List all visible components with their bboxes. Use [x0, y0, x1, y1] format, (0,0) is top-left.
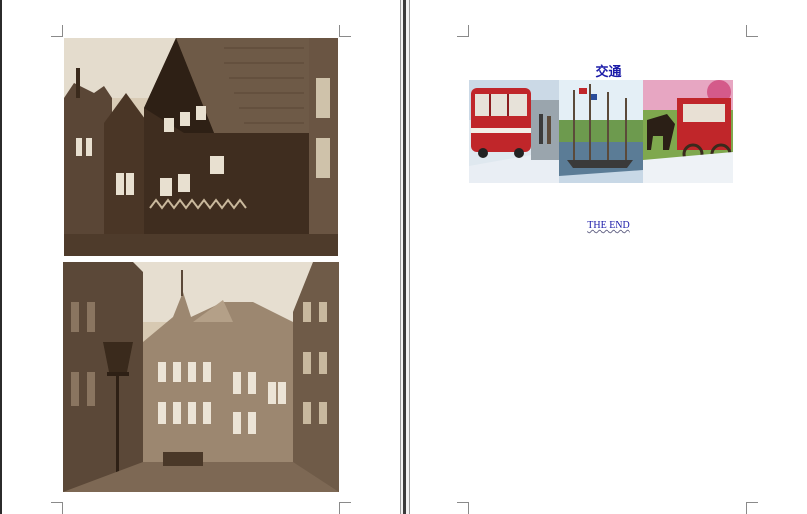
crop-mark-bottom-right [746, 502, 758, 514]
page-divider [403, 0, 406, 514]
crop-mark-bottom-right [339, 502, 351, 514]
crop-mark-bottom-left [457, 502, 469, 514]
crop-mark-top-left [51, 25, 63, 37]
harbor-sailboats-panel [559, 80, 643, 183]
old-street-with-lamp-photo [63, 262, 339, 492]
red-bus-panel [469, 80, 559, 183]
left-page [2, 0, 400, 514]
right-page: 交通 THE END [410, 0, 807, 514]
transport-banner [469, 80, 733, 183]
section-heading: 交通 [595, 65, 622, 80]
crop-mark-top-left [457, 25, 469, 37]
the-end-label: THE END [587, 220, 630, 231]
crop-mark-bottom-left [51, 502, 63, 514]
horse-carriage-panel [643, 80, 733, 183]
crop-mark-top-right [339, 25, 351, 37]
document-viewer: 交通 THE END [0, 0, 807, 514]
half-timbered-houses-photo [64, 38, 338, 256]
crop-mark-top-right [746, 25, 758, 37]
closing-text: THE END [410, 220, 807, 231]
